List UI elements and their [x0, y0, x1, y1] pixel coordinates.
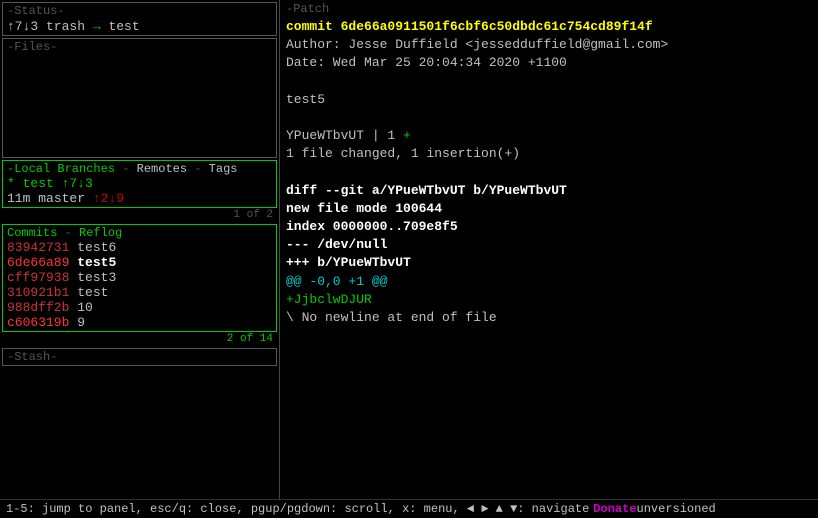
patch-diff-header4: --- /dev/null — [286, 236, 812, 254]
local-branches-label: -Local Branches — [7, 162, 115, 176]
commit-label-1: test6 — [77, 240, 116, 255]
tags-link[interactable]: Tags — [209, 162, 238, 176]
patch-diff-header3: index 0000000..709e8f5 — [286, 218, 812, 236]
donate-button[interactable]: Donate — [593, 502, 636, 516]
patch-content: commit 6de66a0911501f6cbf6c50dbdc61c754c… — [286, 18, 812, 327]
patch-added: +JjbclwDJUR — [286, 292, 372, 307]
patch-commit-hash: commit 6de66a0911501f6cbf6c50dbdc61c754c… — [286, 19, 653, 34]
status-suffix: test — [101, 19, 140, 34]
reflog-label[interactable]: Reflog — [79, 226, 122, 240]
commit-label-5: 10 — [77, 300, 93, 315]
commit-row-3[interactable]: cff97938 test3 — [7, 270, 272, 285]
patch-date: Date: Wed Mar 25 20:04:34 2020 +1100 — [286, 54, 812, 72]
divider-2-of-14: 2 of 14 — [2, 333, 277, 345]
patch-diff-header5: +++ b/YPueWTbvUT — [286, 254, 812, 272]
unversioned-text: unversioned — [637, 502, 716, 516]
commit-label-4: test — [77, 285, 108, 300]
commit-label-3: test3 — [77, 270, 116, 285]
commit-row-1[interactable]: 83942731 test6 — [7, 240, 272, 255]
main-area: -Status- ↑7↓3 trash → test -Files- -Loca… — [0, 0, 818, 499]
patch-added-line: +JjbclwDJUR — [286, 291, 812, 309]
patch-stat-line: YPueWTbvUT | 1 + — [286, 127, 812, 145]
bottom-hint: 1-5: jump to panel, esc/q: close, pgup/p… — [6, 502, 589, 516]
branches-header: -Local Branches - Remotes - Tags — [7, 162, 272, 176]
master-name: master — [38, 191, 93, 206]
files-section: -Files- — [2, 38, 277, 158]
commit-hash-6: c606319b — [7, 315, 69, 330]
separator1: - — [122, 162, 136, 176]
commit-row-5[interactable]: 988dff2b 10 — [7, 300, 272, 315]
patch-plus: + — [403, 128, 411, 143]
patch-stat-file: YPueWTbvUT | 1 — [286, 128, 403, 143]
files-header: -Files- — [7, 40, 272, 54]
right-panel: -Patch commit 6de66a0911501f6cbf6c50dbdc… — [280, 0, 818, 499]
stash-section: -Stash- — [2, 348, 277, 366]
commits-label: Commits — [7, 226, 57, 240]
patch-commit-line: commit 6de66a0911501f6cbf6c50dbdc61c754c… — [286, 18, 812, 36]
separator3: - — [65, 226, 79, 240]
patch-indent: test5 — [286, 91, 812, 109]
status-section: -Status- ↑7↓3 trash → test — [2, 2, 277, 36]
commit-row-4[interactable]: 310921b1 test — [7, 285, 272, 300]
divider-1-of-2: 1 of 2 — [2, 209, 277, 221]
master-age: 11m — [7, 191, 38, 206]
stash-header: -Stash- — [7, 350, 272, 364]
active-branch[interactable]: * test ↑7↓3 — [7, 176, 272, 191]
remotes-link[interactable]: Remotes — [137, 162, 187, 176]
patch-range: @@ -0,0 +1 @@ — [286, 274, 387, 289]
separator2: - — [194, 162, 208, 176]
status-text: ↑7↓3 trash — [7, 19, 93, 34]
commit-label-6: 9 — [77, 315, 85, 330]
patch-blank1 — [286, 73, 812, 91]
branches-section[interactable]: -Local Branches - Remotes - Tags * test … — [2, 160, 277, 208]
master-branch[interactable]: 11m master ↑2↓9 — [7, 191, 272, 206]
commit-hash-2: 6de66a89 — [7, 255, 69, 270]
bottom-bar: 1-5: jump to panel, esc/q: close, pgup/p… — [0, 499, 818, 518]
commits-header: Commits - Reflog — [7, 226, 272, 240]
patch-author: Author: Jesse Duffield <jessedduffield@g… — [286, 36, 812, 54]
commit-row-2[interactable]: 6de66a89 test5 — [7, 255, 272, 270]
patch-changed-summary: 1 file changed, 1 insertion(+) — [286, 145, 812, 163]
commit-hash-1: 83942731 — [7, 240, 69, 255]
patch-diff-header2: new file mode 100644 — [286, 200, 812, 218]
left-panel: -Status- ↑7↓3 trash → test -Files- -Loca… — [0, 0, 280, 499]
commit-hash-5: 988dff2b — [7, 300, 69, 315]
patch-header: -Patch — [286, 2, 812, 16]
patch-blank2 — [286, 109, 812, 127]
commit-label-2: test5 — [77, 255, 116, 270]
commit-row-6[interactable]: c606319b 9 — [7, 315, 272, 330]
status-arrow: → — [93, 19, 101, 34]
commits-section[interactable]: Commits - Reflog 83942731 test6 6de66a89… — [2, 224, 277, 332]
status-content: ↑7↓3 trash → test — [7, 19, 272, 34]
patch-blank3 — [286, 164, 812, 182]
commit-hash-3: cff97938 — [7, 270, 69, 285]
patch-diff-header1: diff --git a/YPueWTbvUT b/YPueWTbvUT — [286, 182, 812, 200]
status-header: -Status- — [7, 4, 272, 18]
commit-hash-4: 310921b1 — [7, 285, 69, 300]
master-counts: ↑2↓9 — [93, 191, 124, 206]
patch-range-line: @@ -0,0 +1 @@ — [286, 273, 812, 291]
patch-no-newline: \ No newline at end of file — [286, 309, 812, 327]
